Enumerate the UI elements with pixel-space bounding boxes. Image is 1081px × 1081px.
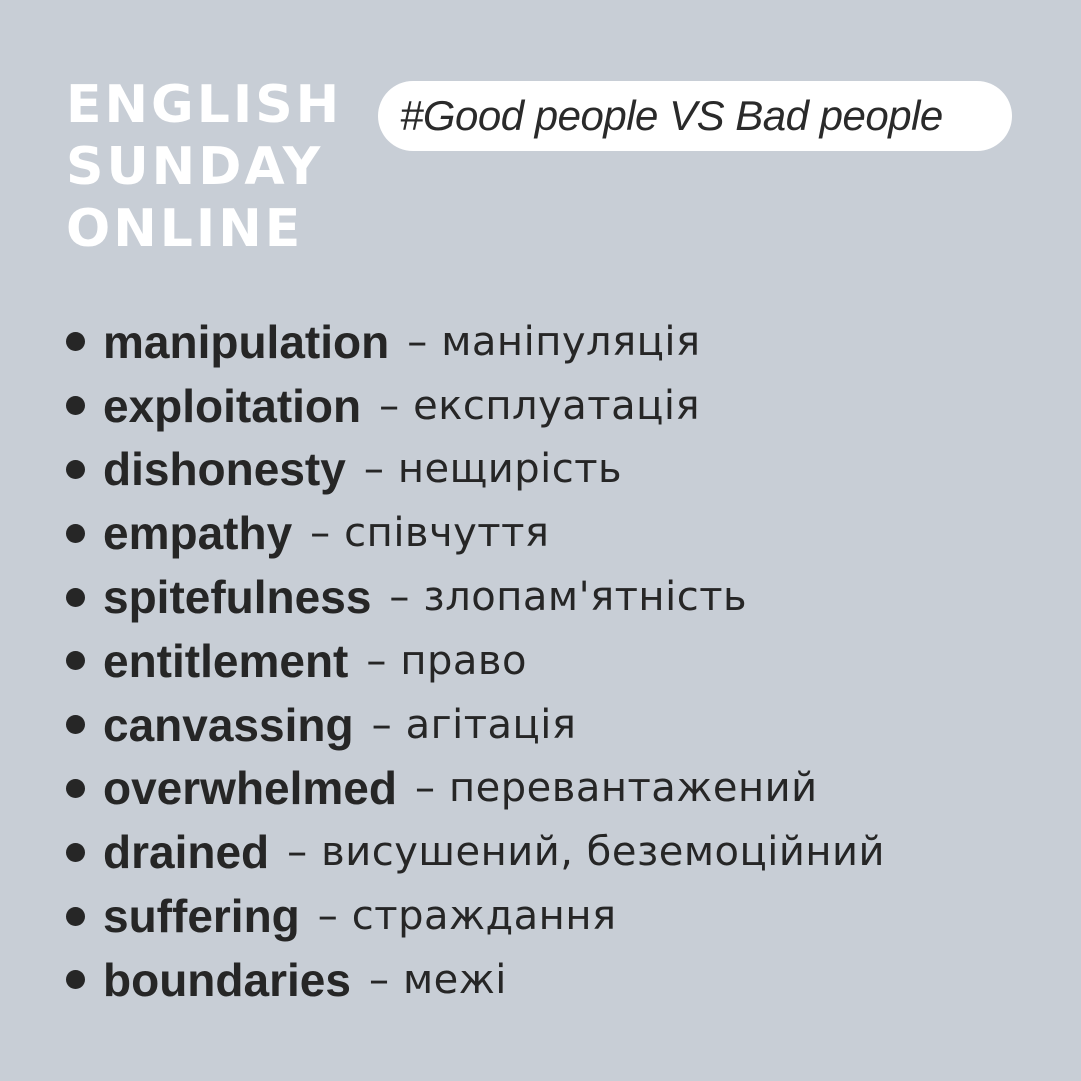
post-card: ENGLISH SUNDAY ONLINE #Good people VS Ba… (0, 0, 1081, 1081)
bullet-icon (66, 651, 85, 671)
vocabulary-item: manipulation – маніпуляція (66, 310, 885, 374)
separator-dash: – (407, 318, 428, 365)
separator-dash: – (368, 956, 389, 1003)
bullet-icon (66, 970, 85, 990)
ukrainian-translation: перевантажений (449, 765, 818, 812)
ukrainian-translation: висушений, беземоційний (321, 829, 885, 876)
bullet-icon (66, 906, 85, 926)
vocabulary-item: drained – висушений, беземоційний (66, 820, 885, 884)
brand-logo: ENGLISH SUNDAY ONLINE (66, 74, 342, 260)
brand-line-2: SUNDAY (66, 137, 324, 197)
bullet-icon (66, 842, 85, 862)
english-term: empathy (103, 507, 293, 560)
separator-dash: – (317, 893, 338, 940)
vocabulary-item: empathy – співчуття (66, 501, 885, 565)
bullet-icon (66, 778, 85, 798)
english-term: spitefulness (103, 571, 372, 624)
ukrainian-translation: агітація (405, 701, 577, 748)
separator-dash: – (366, 637, 387, 684)
ukrainian-translation: злопам'ятність (423, 574, 748, 621)
separator-dash: – (379, 382, 400, 429)
english-term: entitlement (103, 634, 349, 687)
bullet-icon (66, 459, 85, 479)
vocabulary-item: suffering – страждання (66, 884, 885, 948)
vocabulary-item: entitlement – право (66, 629, 885, 693)
vocabulary-item: overwhelmed – перевантажений (66, 757, 885, 821)
bullet-icon (66, 715, 85, 735)
hashtag-pill: #Good people VS Bad people (378, 81, 1012, 151)
english-term: dishonesty (103, 443, 346, 496)
vocabulary-item: dishonesty – нещирість (66, 438, 885, 502)
english-term: overwhelmed (103, 762, 397, 815)
separator-dash: – (371, 701, 392, 748)
vocabulary-item: canvassing – агітація (66, 693, 885, 757)
ukrainian-translation: нещирість (397, 446, 623, 493)
brand-line-3: ONLINE (66, 199, 304, 259)
separator-dash: – (415, 765, 435, 812)
english-term: drained (103, 826, 270, 879)
separator-dash: – (310, 510, 331, 557)
ukrainian-translation: співчуття (344, 510, 550, 557)
ukrainian-translation: експлуатація (413, 382, 701, 429)
english-term: suffering (103, 890, 300, 943)
ukrainian-translation: страждання (351, 893, 617, 940)
bullet-icon (66, 587, 85, 607)
separator-dash: – (389, 574, 410, 621)
english-term: boundaries (103, 953, 351, 1006)
bullet-icon (66, 332, 85, 352)
separator-dash: – (363, 446, 384, 493)
ukrainian-translation: маніпуляція (441, 318, 701, 365)
bullet-icon (66, 523, 85, 543)
bullet-icon (66, 396, 85, 416)
ukrainian-translation: межі (402, 956, 507, 1003)
vocabulary-item: exploitation – експлуатація (66, 374, 885, 438)
vocabulary-item: spitefulness – злопам'ятність (66, 565, 885, 629)
vocabulary-list: manipulation – маніпуляція exploitation … (66, 310, 885, 1012)
separator-dash: – (287, 829, 308, 876)
brand-line-1: ENGLISH (66, 75, 343, 135)
english-term: manipulation (103, 315, 390, 368)
hashtag-text: #Good people VS Bad people (400, 92, 943, 139)
english-term: exploitation (103, 379, 362, 432)
ukrainian-translation: право (400, 637, 527, 684)
vocabulary-item: boundaries – межі (66, 948, 885, 1012)
english-term: canvassing (103, 698, 354, 751)
